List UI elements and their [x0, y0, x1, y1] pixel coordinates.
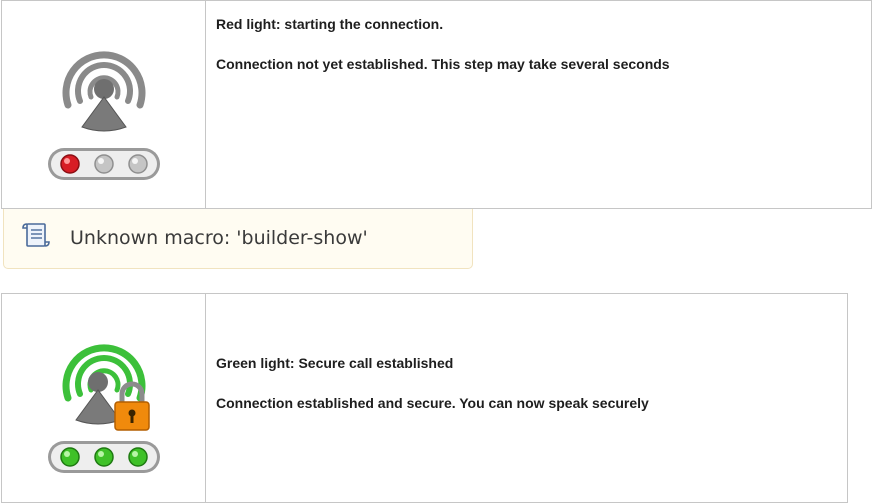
text-cell: Green light: Secure call established Con…	[205, 293, 848, 503]
light-3	[128, 447, 148, 467]
unknown-macro-notice: Unknown macro: 'builder-show'	[3, 209, 473, 269]
icon-cell	[1, 293, 206, 503]
light-1	[60, 154, 80, 174]
status-table-red: Red light: starting the connection. Conn…	[1, 0, 872, 209]
light-2	[94, 447, 114, 467]
scroll-document-icon	[22, 223, 50, 247]
secure-signal-lock-icon	[48, 344, 160, 473]
icon-cell	[1, 0, 206, 209]
macro-error-text: Unknown macro: 'builder-show'	[70, 227, 368, 249]
light-3	[128, 154, 148, 174]
connecting-signal-icon	[48, 51, 160, 180]
status-description: Connection established and secure. You c…	[216, 395, 649, 411]
light-1	[60, 447, 80, 467]
text-cell: Red light: starting the connection. Conn…	[205, 0, 872, 209]
status-title: Green light: Secure call established	[216, 355, 454, 371]
light-2	[94, 154, 114, 174]
status-title: Red light: starting the connection.	[216, 16, 444, 32]
status-table-green: Green light: Secure call established Con…	[1, 293, 848, 503]
status-description: Connection not yet established. This ste…	[216, 56, 670, 72]
